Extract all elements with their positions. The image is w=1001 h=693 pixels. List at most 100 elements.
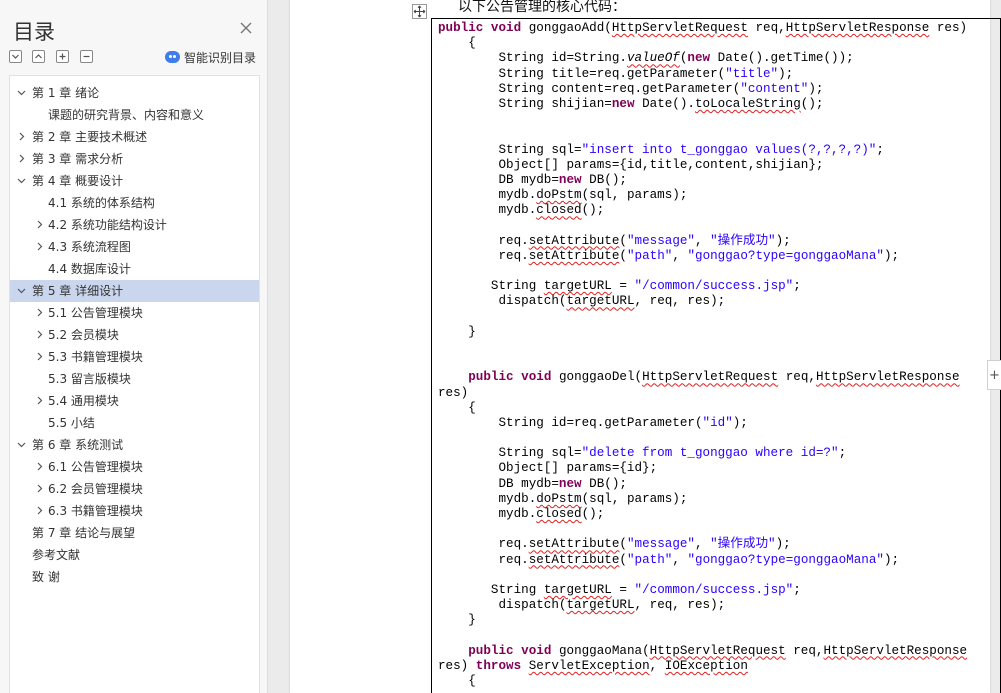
toc-item-label: 6.1 公告管理模块	[48, 460, 143, 474]
code-line: dispatch(targetURL, req, res);	[438, 598, 726, 613]
toc-item-label: 5.4 通用模块	[48, 394, 119, 408]
code-line: mydb.closed();	[438, 203, 605, 218]
toc-item[interactable]: 5.3 书籍管理模块	[10, 346, 259, 368]
toc-item[interactable]: 6.3 书籍管理模块	[10, 500, 259, 522]
expand-all-icon[interactable]	[32, 50, 45, 63]
code-table-cell[interactable]: public void gonggaoAdd(HttpServletReques…	[431, 18, 1001, 693]
toc-item[interactable]: 4.1 系统的体系结构	[10, 192, 259, 214]
chevron-right-icon[interactable]	[34, 395, 45, 406]
toc-item[interactable]: 第 3 章 需求分析	[10, 148, 259, 170]
code-line: req.setAttribute("message", "操作成功");	[438, 233, 791, 248]
toc-item-label: 第 2 章 主要技术概述	[32, 130, 148, 144]
chevron-down-icon[interactable]	[16, 439, 27, 450]
code-line: }	[438, 613, 476, 628]
toc-item[interactable]: 致 谢	[10, 566, 259, 588]
toc-item[interactable]: 4.2 系统功能结构设计	[10, 214, 259, 236]
code-line: String content=req.getParameter("content…	[438, 81, 824, 96]
smart-toc-button[interactable]: 智能识别目录	[165, 48, 256, 66]
chevron-right-icon[interactable]	[34, 219, 45, 230]
chevron-right-icon[interactable]	[16, 131, 27, 142]
code-line: {	[438, 674, 476, 689]
code-line: req.setAttribute("message", "操作成功");	[438, 537, 791, 552]
toc-item[interactable]: 第 5 章 详细设计	[10, 280, 259, 302]
code-listing: public void gonggaoAdd(HttpServletReques…	[438, 21, 998, 689]
add-column-icon[interactable]: +	[987, 360, 1001, 390]
toc-item[interactable]: 5.2 会员模块	[10, 324, 259, 346]
chevron-right-icon[interactable]	[34, 351, 45, 362]
remove-heading-icon[interactable]	[80, 50, 93, 63]
toc-item-label: 第 6 章 系统测试	[32, 438, 124, 452]
chevron-down-icon[interactable]	[16, 285, 27, 296]
toc-item-label: 5.3 书籍管理模块	[48, 350, 143, 364]
code-line: mydb.doPstm(sql, params);	[438, 491, 688, 506]
chevron-right-icon[interactable]	[34, 241, 45, 252]
toc-item[interactable]: 第 7 章 结论与展望	[10, 522, 259, 544]
toc-item[interactable]: 6.2 会员管理模块	[10, 478, 259, 500]
toc-item[interactable]: 4.3 系统流程图	[10, 236, 259, 258]
code-line: DB mydb=new DB();	[438, 172, 627, 187]
code-line: String sql="insert into t_gonggao values…	[438, 142, 884, 157]
toc-item-label: 4.3 系统流程图	[48, 240, 131, 254]
toc-item-label: 参考文献	[32, 548, 81, 562]
code-line: mydb.closed();	[438, 507, 605, 521]
code-line: String sql="delete from t_gonggao where …	[438, 446, 847, 461]
chevron-right-icon[interactable]	[34, 505, 45, 516]
intro-paragraph: 以下公告管理的核心代码：	[458, 0, 626, 15]
toc-item[interactable]: 第 2 章 主要技术概述	[10, 126, 259, 148]
toc-item[interactable]: 第 1 章 绪论	[10, 82, 259, 104]
chevron-right-icon[interactable]	[34, 483, 45, 494]
table-move-handle-icon[interactable]	[412, 4, 427, 19]
toc-item[interactable]: 4.4 数据库设计	[10, 258, 259, 280]
toc-item[interactable]: 5.5 小结	[10, 412, 259, 434]
code-line: String shijian=new Date().toLocaleString…	[438, 96, 824, 111]
chevron-down-icon[interactable]	[16, 175, 27, 186]
toc-item-label: 第 1 章 绪论	[32, 86, 100, 100]
toc-item-label: 第 4 章 概要设计	[32, 174, 124, 188]
chevron-right-icon[interactable]	[34, 307, 45, 318]
code-line: res)	[438, 385, 469, 400]
toc-item[interactable]: 参考文献	[10, 544, 259, 566]
add-heading-icon[interactable]	[56, 50, 69, 63]
chevron-down-icon[interactable]	[16, 87, 27, 98]
code-line: Object[] params={id};	[438, 461, 658, 476]
toc-item-label: 4.4 数据库设计	[48, 262, 131, 276]
code-line: res) throws ServletException, IOExceptio…	[438, 658, 748, 673]
toc-item-label: 5.5 小结	[48, 416, 95, 430]
toc-item-label: 6.3 书籍管理模块	[48, 504, 143, 518]
chevron-right-icon[interactable]	[16, 153, 27, 164]
close-icon[interactable]	[238, 20, 254, 36]
chevron-right-icon[interactable]	[34, 329, 45, 340]
toc-item[interactable]: 5.4 通用模块	[10, 390, 259, 412]
toc-item-label: 第 3 章 需求分析	[32, 152, 124, 166]
code-line: req.setAttribute("path", "gonggao?type=g…	[438, 552, 900, 567]
toc-item[interactable]: 第 4 章 概要设计	[10, 170, 259, 192]
toc-item-label: 4.2 系统功能结构设计	[48, 218, 167, 232]
sidebar-title: 目录	[13, 20, 55, 44]
toc-item[interactable]: 5.3 留言版模块	[10, 368, 259, 390]
toc-item-label: 第 5 章 详细设计	[32, 284, 124, 298]
code-line: }	[438, 324, 476, 339]
document-page[interactable]: 以下公告管理的核心代码： public void gonggaoAdd(Http…	[290, 0, 1001, 693]
code-line: public void gonggaoMana(HttpServletReque…	[468, 643, 968, 658]
toc-item[interactable]: 课题的研究背景、内容和意义	[10, 104, 259, 126]
toc-item-label: 致 谢	[32, 570, 60, 584]
toc-item[interactable]: 5.1 公告管理模块	[10, 302, 259, 324]
collapse-all-icon[interactable]	[9, 50, 22, 63]
toc-item[interactable]: 第 6 章 系统测试	[10, 434, 259, 456]
code-line: String title=req.getParameter("title");	[438, 66, 794, 81]
code-line: req.setAttribute("path", "gonggao?type=g…	[438, 248, 900, 263]
toc-item[interactable]: 6.1 公告管理模块	[10, 456, 259, 478]
code-line: dispatch(targetURL, req, res);	[438, 294, 726, 309]
chevron-right-icon[interactable]	[34, 461, 45, 472]
code-line: String targetURL = "/common/success.jsp"…	[438, 279, 801, 294]
toc-sidebar: 目录 智能识别目录 第 1 章 绪论课题的研究背景、内容和意义第 2 章 主要技…	[0, 0, 268, 693]
toc-list: 第 1 章 绪论课题的研究背景、内容和意义第 2 章 主要技术概述第 3 章 需…	[10, 82, 259, 588]
